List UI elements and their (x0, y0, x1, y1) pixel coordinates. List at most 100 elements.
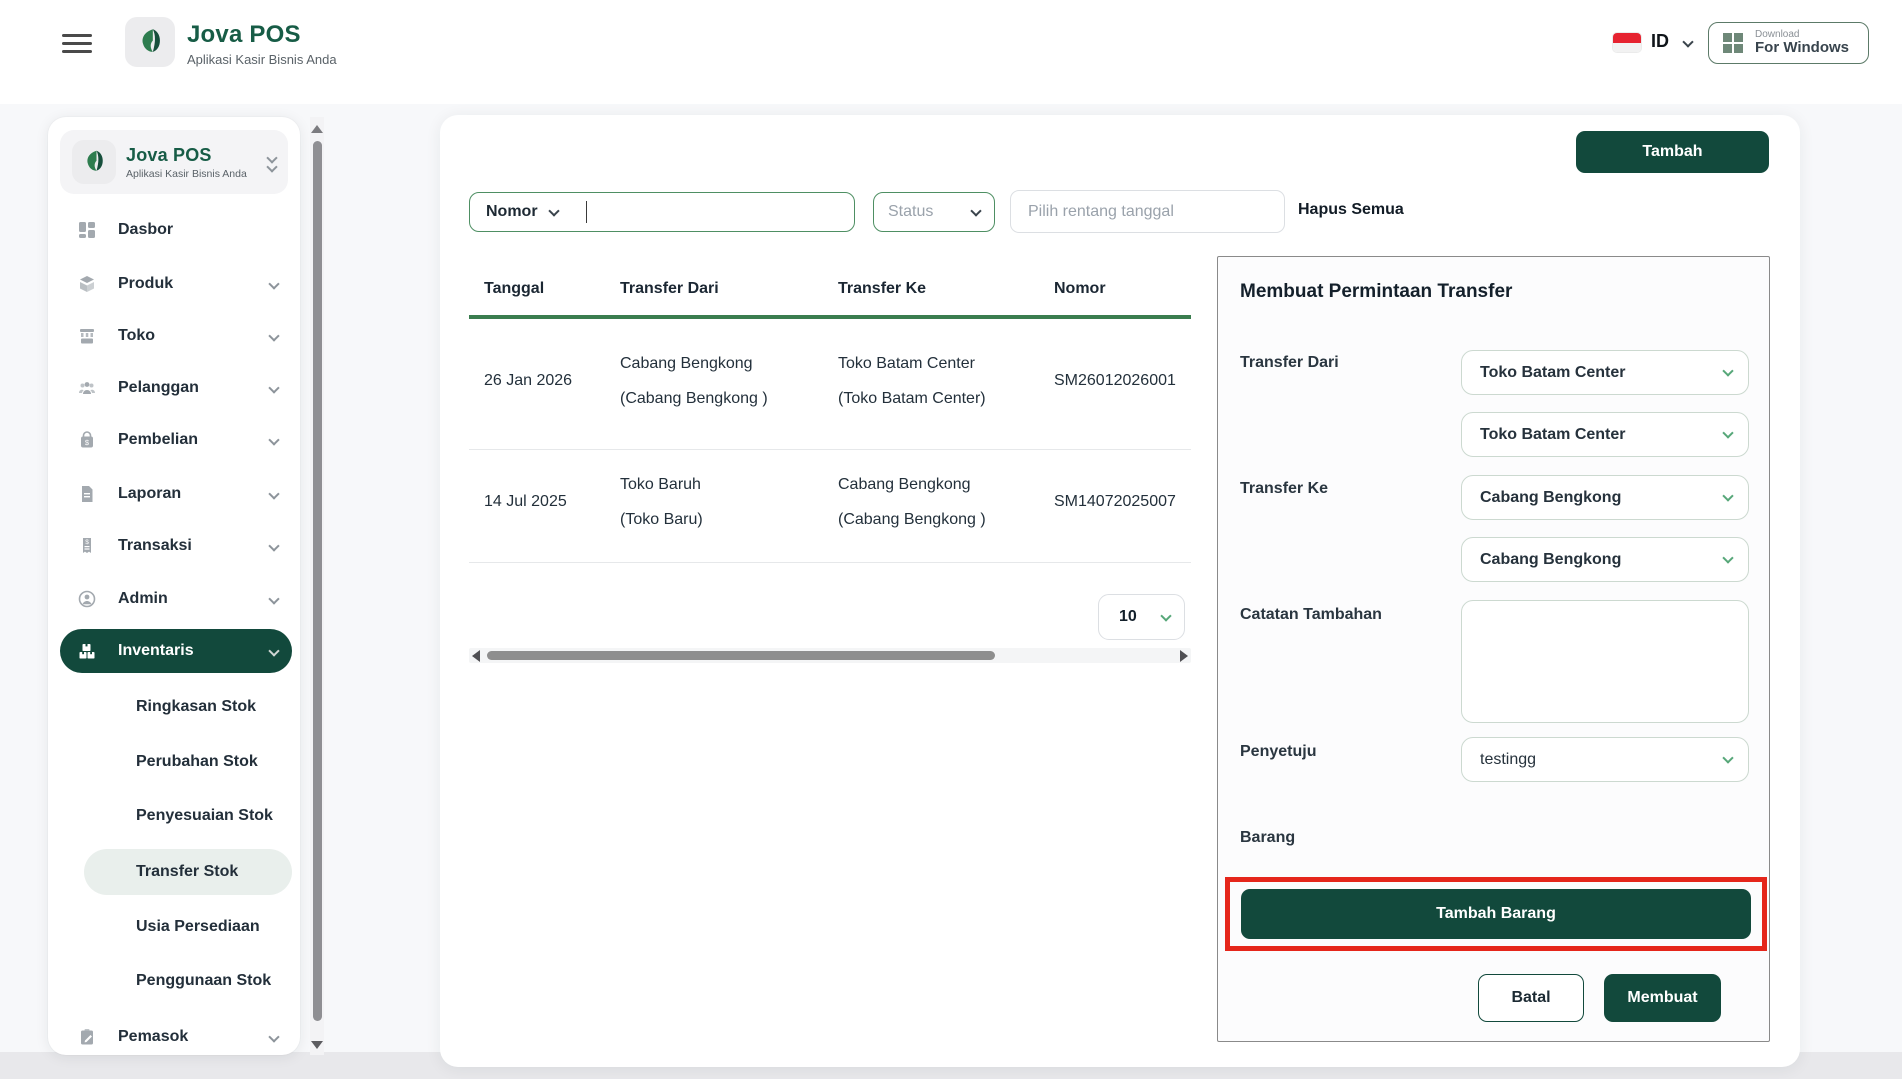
transfer-ke-select-1[interactable]: Cabang Bengkong (1461, 475, 1749, 520)
scroll-left-arrow-icon[interactable] (472, 650, 480, 662)
sidebar-item-dasbor[interactable]: Dasbor (60, 208, 292, 252)
hamburger-menu-icon[interactable] (62, 34, 92, 56)
sidebar-item-label: Admin (118, 590, 168, 608)
cell-nomor: SM26012026001 (1054, 372, 1176, 390)
membuat-button[interactable]: Membuat (1604, 974, 1721, 1022)
chevron-down-icon (1722, 752, 1733, 763)
penyetuju-label: Penyetuju (1240, 743, 1316, 761)
purchase-bag-icon: $ (76, 429, 98, 451)
form-title: Membuat Permintaan Transfer (1240, 281, 1512, 303)
sidebar-item-pelanggan[interactable]: Pelanggan (60, 366, 292, 410)
sidebar-item-label: Produk (118, 275, 173, 293)
transfer-ke-select-2[interactable]: Cabang Bengkong (1461, 537, 1749, 582)
sidebar-item-label: Dasbor (118, 221, 173, 239)
leaf-logo-icon (79, 147, 109, 177)
product-box-icon (76, 273, 98, 295)
chevron-down-icon (268, 540, 279, 551)
barang-label: Barang (1240, 829, 1295, 847)
transfer-dari-select-1[interactable]: Toko Batam Center (1461, 350, 1749, 395)
date-range-placeholder: Pilih rentang tanggal (1028, 203, 1174, 221)
main-panel: Tambah Nomor Status Pilih rentang tangga… (440, 115, 1800, 1067)
inventory-boxes-icon (76, 640, 98, 662)
sidebar-scrollbar-thumb[interactable] (313, 141, 322, 1021)
tambah-barang-button[interactable]: Tambah Barang (1241, 889, 1751, 939)
row-divider (469, 562, 1191, 563)
sidebar-item-inventaris[interactable]: Inventaris (60, 629, 292, 673)
selected-value: Toko Batam Center (1480, 364, 1724, 382)
sidebar-item-label: Toko (118, 327, 155, 345)
transfer-ke-label: Transfer Ke (1240, 480, 1328, 498)
column-header-transfer-dari: Transfer Dari (620, 280, 719, 298)
download-for-windows-button[interactable]: Download For Windows (1708, 22, 1869, 64)
cell-dari-line2: (Toko Baru) (620, 511, 703, 529)
sidebar-item-pembelian[interactable]: $ Pembelian (60, 418, 292, 462)
chevron-down-icon (1722, 365, 1733, 376)
language-chevron-down-icon[interactable] (1682, 36, 1693, 47)
chevron-down-icon (268, 434, 279, 445)
tambah-button[interactable]: Tambah (1576, 131, 1769, 173)
scroll-down-arrow-icon[interactable] (311, 1041, 323, 1049)
subitem-label: Transfer Stok (136, 863, 238, 881)
indonesia-flag-icon (1613, 33, 1641, 52)
scroll-right-arrow-icon[interactable] (1180, 650, 1188, 662)
transfer-dari-label: Transfer Dari (1240, 354, 1339, 372)
sidebar-scrollbar[interactable] (310, 117, 324, 1055)
chevron-down-icon (1722, 490, 1733, 501)
sidebar-subitem-transfer-stok[interactable]: Transfer Stok (84, 849, 292, 895)
sidebar-subitem-penyesuaian-stok[interactable]: Penyesuaian Stok (84, 793, 292, 839)
page-size-select[interactable]: 10 (1098, 594, 1185, 640)
status-filter-select[interactable]: Status (873, 192, 995, 232)
sidebar-item-laporan[interactable]: Laporan (60, 472, 292, 516)
supplier-clipboard-icon (76, 1026, 98, 1048)
status-placeholder: Status (888, 203, 933, 221)
transaction-receipt-icon: $ (76, 535, 98, 557)
row-divider (469, 449, 1191, 450)
horizontal-scrollbar[interactable] (469, 648, 1191, 663)
chevron-down-icon (268, 330, 279, 341)
sidebar-item-label: Pemasok (118, 1028, 188, 1046)
sidebar-subitem-penggunaan-stok[interactable]: Penggunaan Stok (84, 958, 292, 1004)
scroll-up-arrow-icon[interactable] (311, 125, 323, 133)
sidebar-item-toko[interactable]: Toko (60, 314, 292, 358)
header-brand-name: Jova POS (187, 21, 337, 49)
subitem-label: Usia Persediaan (136, 918, 260, 936)
cell-dari-line1: Cabang Bengkong (620, 355, 753, 373)
catatan-tambahan-textarea[interactable] (1461, 600, 1749, 723)
column-header-tanggal: Tanggal (484, 280, 544, 298)
windows-logo-icon (1723, 33, 1743, 53)
dashboard-icon (76, 219, 98, 241)
sidebar-item-produk[interactable]: Produk (60, 262, 292, 306)
chevron-down-icon (1722, 427, 1733, 438)
sidebar-brand-row: Jova POS Aplikasi Kasir Bisnis Anda (60, 130, 288, 194)
transfer-request-form: Membuat Permintaan Transfer Transfer Dar… (1217, 256, 1770, 1042)
status-chevron-down-icon[interactable] (970, 205, 981, 216)
filter-field-chevron-down-icon[interactable] (548, 205, 559, 216)
cell-dari-line1: Toko Baruh (620, 476, 701, 494)
sidebar-brand-tagline: Aplikasi Kasir Bisnis Anda (126, 168, 268, 180)
penyetuju-select[interactable]: testingg (1461, 737, 1749, 782)
horizontal-scrollbar-thumb[interactable] (487, 651, 995, 660)
language-selector[interactable]: ID (1651, 31, 1669, 52)
filter-field-selector[interactable]: Nomor (486, 203, 538, 221)
chevron-down-icon (268, 278, 279, 289)
subitem-label: Penggunaan Stok (136, 972, 271, 990)
hapus-semua-link[interactable]: Hapus Semua (1298, 201, 1404, 219)
customers-icon (76, 377, 98, 399)
cell-tanggal: 26 Jan 2026 (484, 372, 572, 390)
filter-field-search[interactable]: Nomor (469, 192, 855, 232)
sidebar-item-admin[interactable]: Admin (60, 577, 292, 621)
svg-text:$: $ (85, 539, 89, 546)
sidebar-subitem-usia-persediaan[interactable]: Usia Persediaan (84, 904, 292, 950)
batal-button[interactable]: Batal (1478, 974, 1584, 1022)
date-range-input[interactable]: Pilih rentang tanggal (1010, 190, 1285, 233)
sidebar-brand-name: Jova POS (126, 145, 268, 166)
sidebar-item-pemasok[interactable]: Pemasok (60, 1015, 292, 1055)
subitem-label: Perubahan Stok (136, 753, 258, 771)
sidebar-item-transaksi[interactable]: $ Transaksi (60, 524, 292, 568)
selected-value: testingg (1480, 751, 1724, 769)
sidebar-subitem-perubahan-stok[interactable]: Perubahan Stok (84, 739, 292, 785)
cell-dari-line2: (Cabang Bengkong ) (620, 390, 768, 408)
sidebar-subitem-ringkasan-stok[interactable]: Ringkasan Stok (84, 684, 292, 730)
collapse-sidebar-icon[interactable] (268, 154, 276, 171)
transfer-dari-select-2[interactable]: Toko Batam Center (1461, 412, 1749, 457)
